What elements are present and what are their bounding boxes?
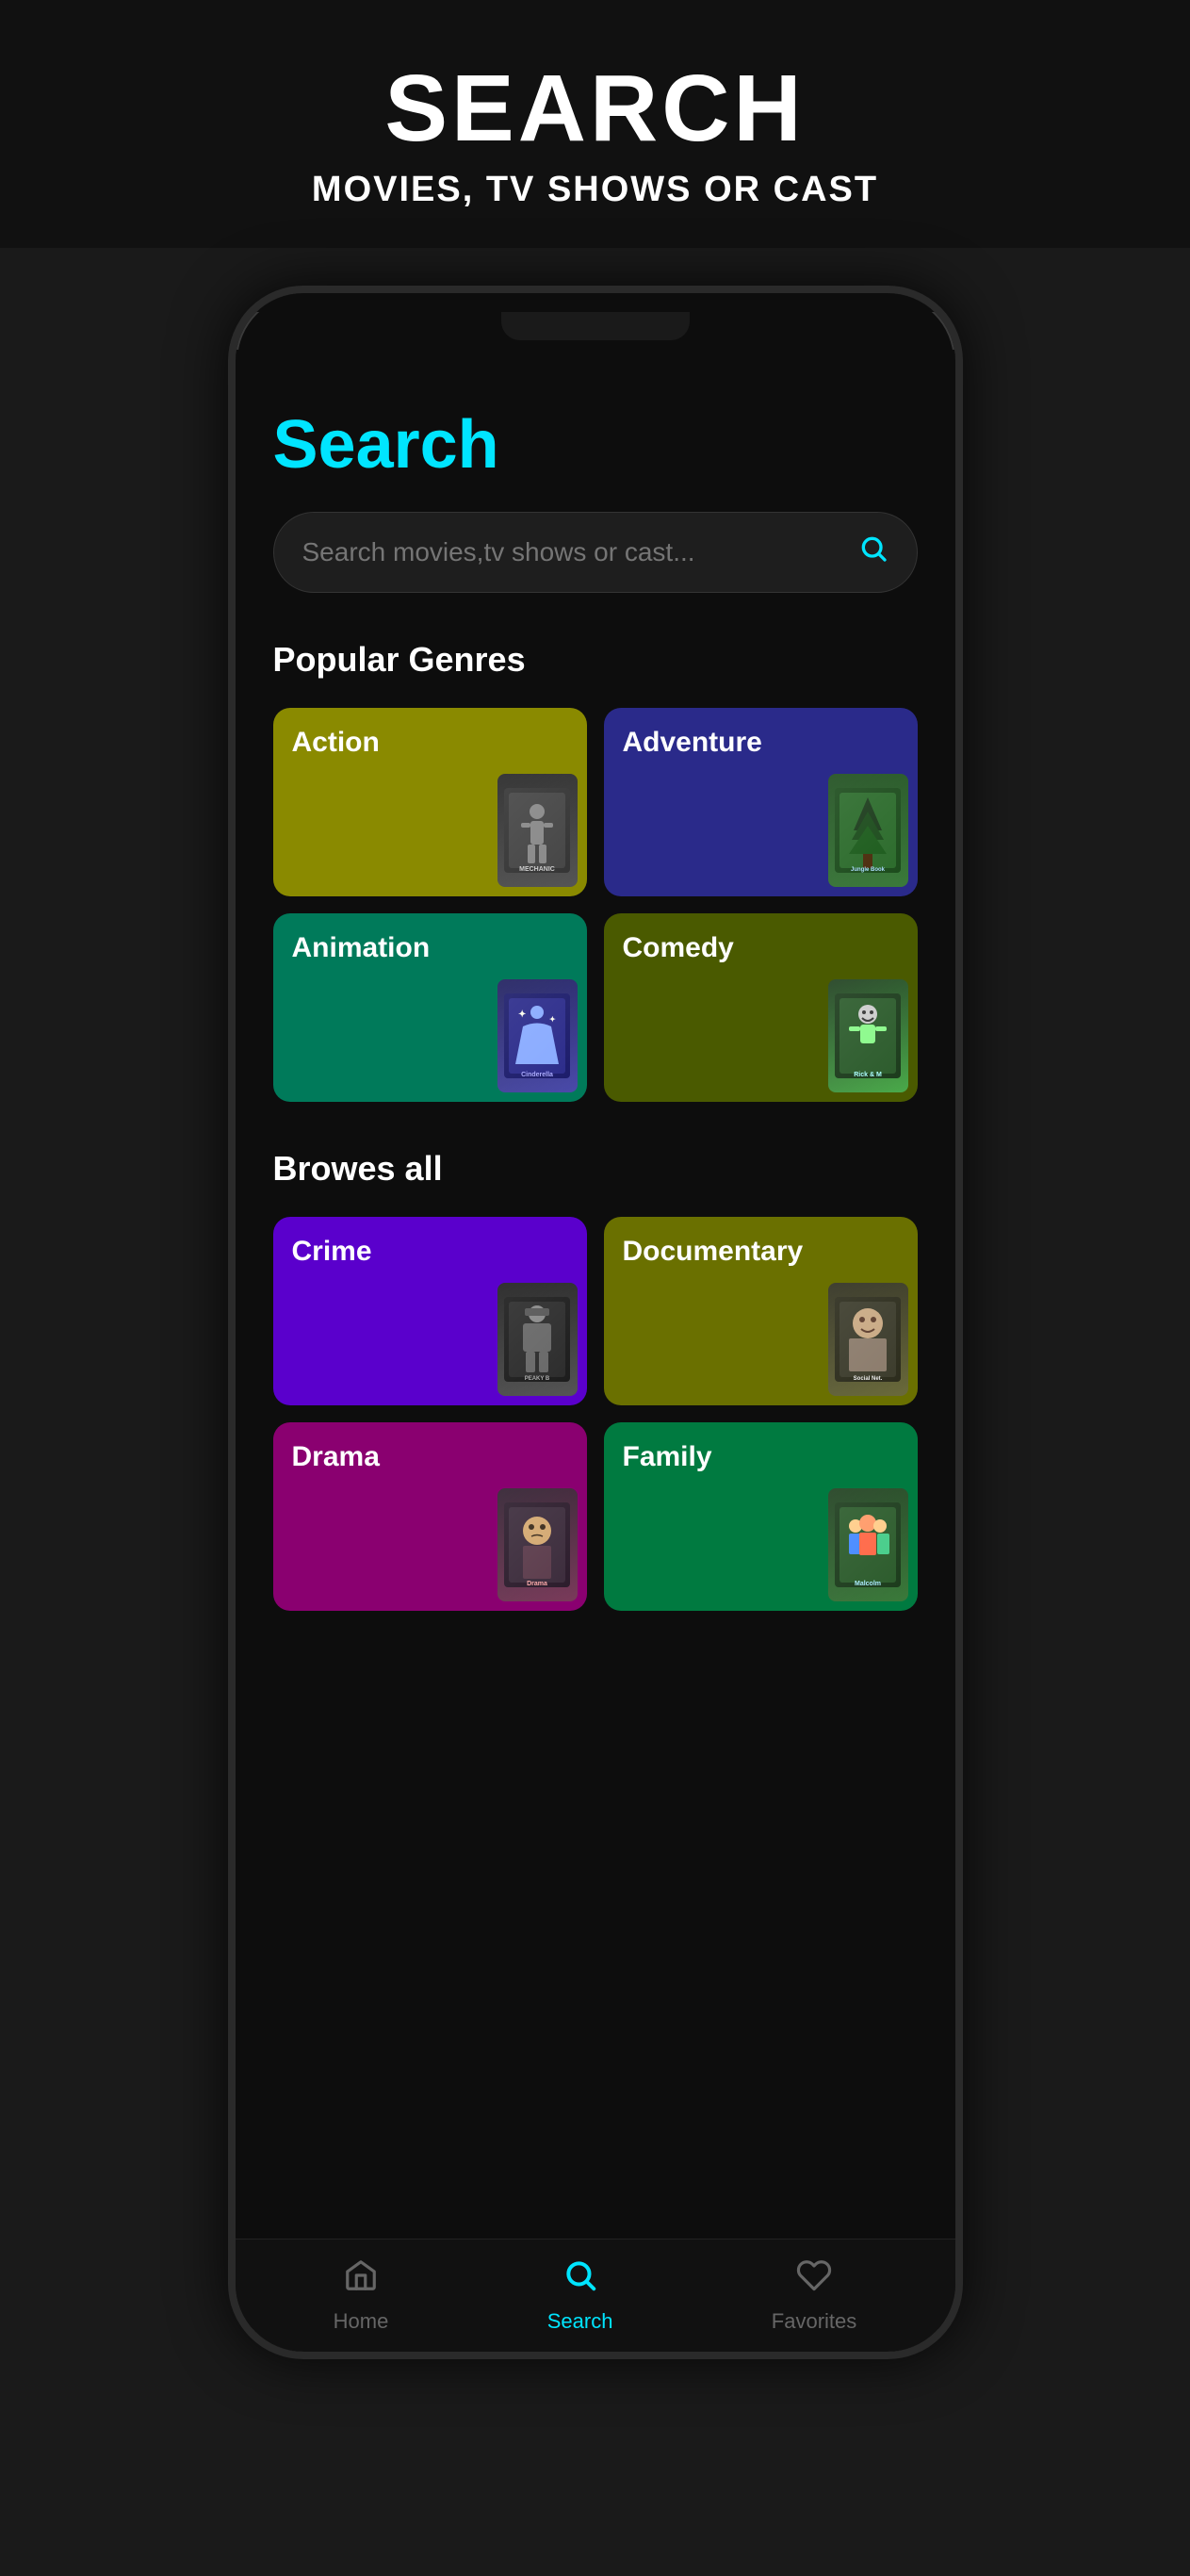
svg-text:Social Net.: Social Net.	[854, 1376, 883, 1382]
nav-favorites[interactable]: Favorites	[772, 2257, 856, 2334]
phone-frame: Search Popular Genres Action	[228, 286, 963, 2359]
genre-animation-label: Animation	[292, 932, 431, 964]
genre-drama[interactable]: Drama Drama	[273, 1422, 587, 1611]
status-bar-notch	[501, 312, 690, 340]
genre-crime[interactable]: Crime PEAKY B	[273, 1217, 587, 1405]
genre-action-label: Action	[292, 727, 380, 759]
nav-search-label: Search	[547, 2309, 613, 2334]
genre-family[interactable]: Family Malcolm	[604, 1422, 918, 1611]
genre-comedy[interactable]: Comedy Rick	[604, 913, 918, 1102]
browse-all-grid: Crime PEAKY B	[273, 1217, 918, 1611]
genre-documentary[interactable]: Documentary Social Net.	[604, 1217, 918, 1405]
svg-text:✦: ✦	[549, 1015, 556, 1024]
popular-genres-grid: Action MECHANIC	[273, 708, 918, 1102]
nav-favorites-label: Favorites	[772, 2309, 856, 2334]
svg-text:✦: ✦	[518, 1009, 526, 1020]
phone-screen: Search Popular Genres Action	[236, 350, 955, 2329]
search-icon[interactable]	[858, 533, 888, 571]
genre-comedy-label: Comedy	[623, 932, 734, 964]
search-nav-icon	[562, 2257, 598, 2302]
comedy-poster: Rick & M	[828, 979, 908, 1092]
svg-text:MECHANIC: MECHANIC	[519, 866, 555, 873]
screen-title: Search	[273, 406, 918, 484]
genre-animation[interactable]: Animation ✦ ✦ Cinderella	[273, 913, 587, 1102]
svg-text:PEAKY B: PEAKY B	[525, 1376, 550, 1382]
browse-all-title: Browes all	[273, 1149, 918, 1189]
search-bar[interactable]	[273, 512, 918, 593]
svg-text:Jungle Book: Jungle Book	[851, 867, 886, 873]
nav-home-label: Home	[334, 2309, 389, 2334]
genre-family-label: Family	[623, 1441, 712, 1473]
svg-text:Drama: Drama	[527, 1581, 547, 1587]
popular-genres-section: Popular Genres Action	[273, 640, 918, 1102]
crime-poster: PEAKY B	[497, 1283, 578, 1396]
svg-text:Rick & M: Rick & M	[854, 1072, 882, 1078]
animation-poster: ✦ ✦ Cinderella	[497, 979, 578, 1092]
home-icon	[343, 2257, 379, 2302]
adventure-poster: Jungle Book	[828, 774, 908, 887]
search-input[interactable]	[302, 537, 858, 567]
genre-drama-label: Drama	[292, 1441, 380, 1473]
promo-header: SEARCH MOVIES, TV SHOWS OR CAST	[0, 0, 1190, 248]
nav-search[interactable]: Search	[547, 2257, 613, 2334]
family-poster: Malcolm	[828, 1488, 908, 1601]
svg-text:Cinderella: Cinderella	[521, 1072, 553, 1078]
heart-icon	[796, 2257, 832, 2302]
svg-text:Malcolm: Malcolm	[855, 1581, 881, 1587]
popular-genres-title: Popular Genres	[273, 640, 918, 680]
genre-crime-label: Crime	[292, 1236, 372, 1268]
browse-all-section: Browes all Crime	[273, 1149, 918, 1611]
genre-adventure-label: Adventure	[623, 727, 762, 759]
genre-adventure[interactable]: Adventure Jungle Book	[604, 708, 918, 896]
promo-title: SEARCH	[38, 57, 1152, 160]
action-poster: MECHANIC	[497, 774, 578, 887]
nav-home[interactable]: Home	[334, 2257, 389, 2334]
drama-poster: Drama	[497, 1488, 578, 1601]
genre-documentary-label: Documentary	[623, 1236, 804, 1268]
genre-action[interactable]: Action MECHANIC	[273, 708, 587, 896]
bottom-nav: Home Search Favorites	[236, 2239, 955, 2352]
promo-subtitle: MOVIES, TV SHOWS OR CAST	[38, 170, 1152, 210]
documentary-poster: Social Net.	[828, 1283, 908, 1396]
